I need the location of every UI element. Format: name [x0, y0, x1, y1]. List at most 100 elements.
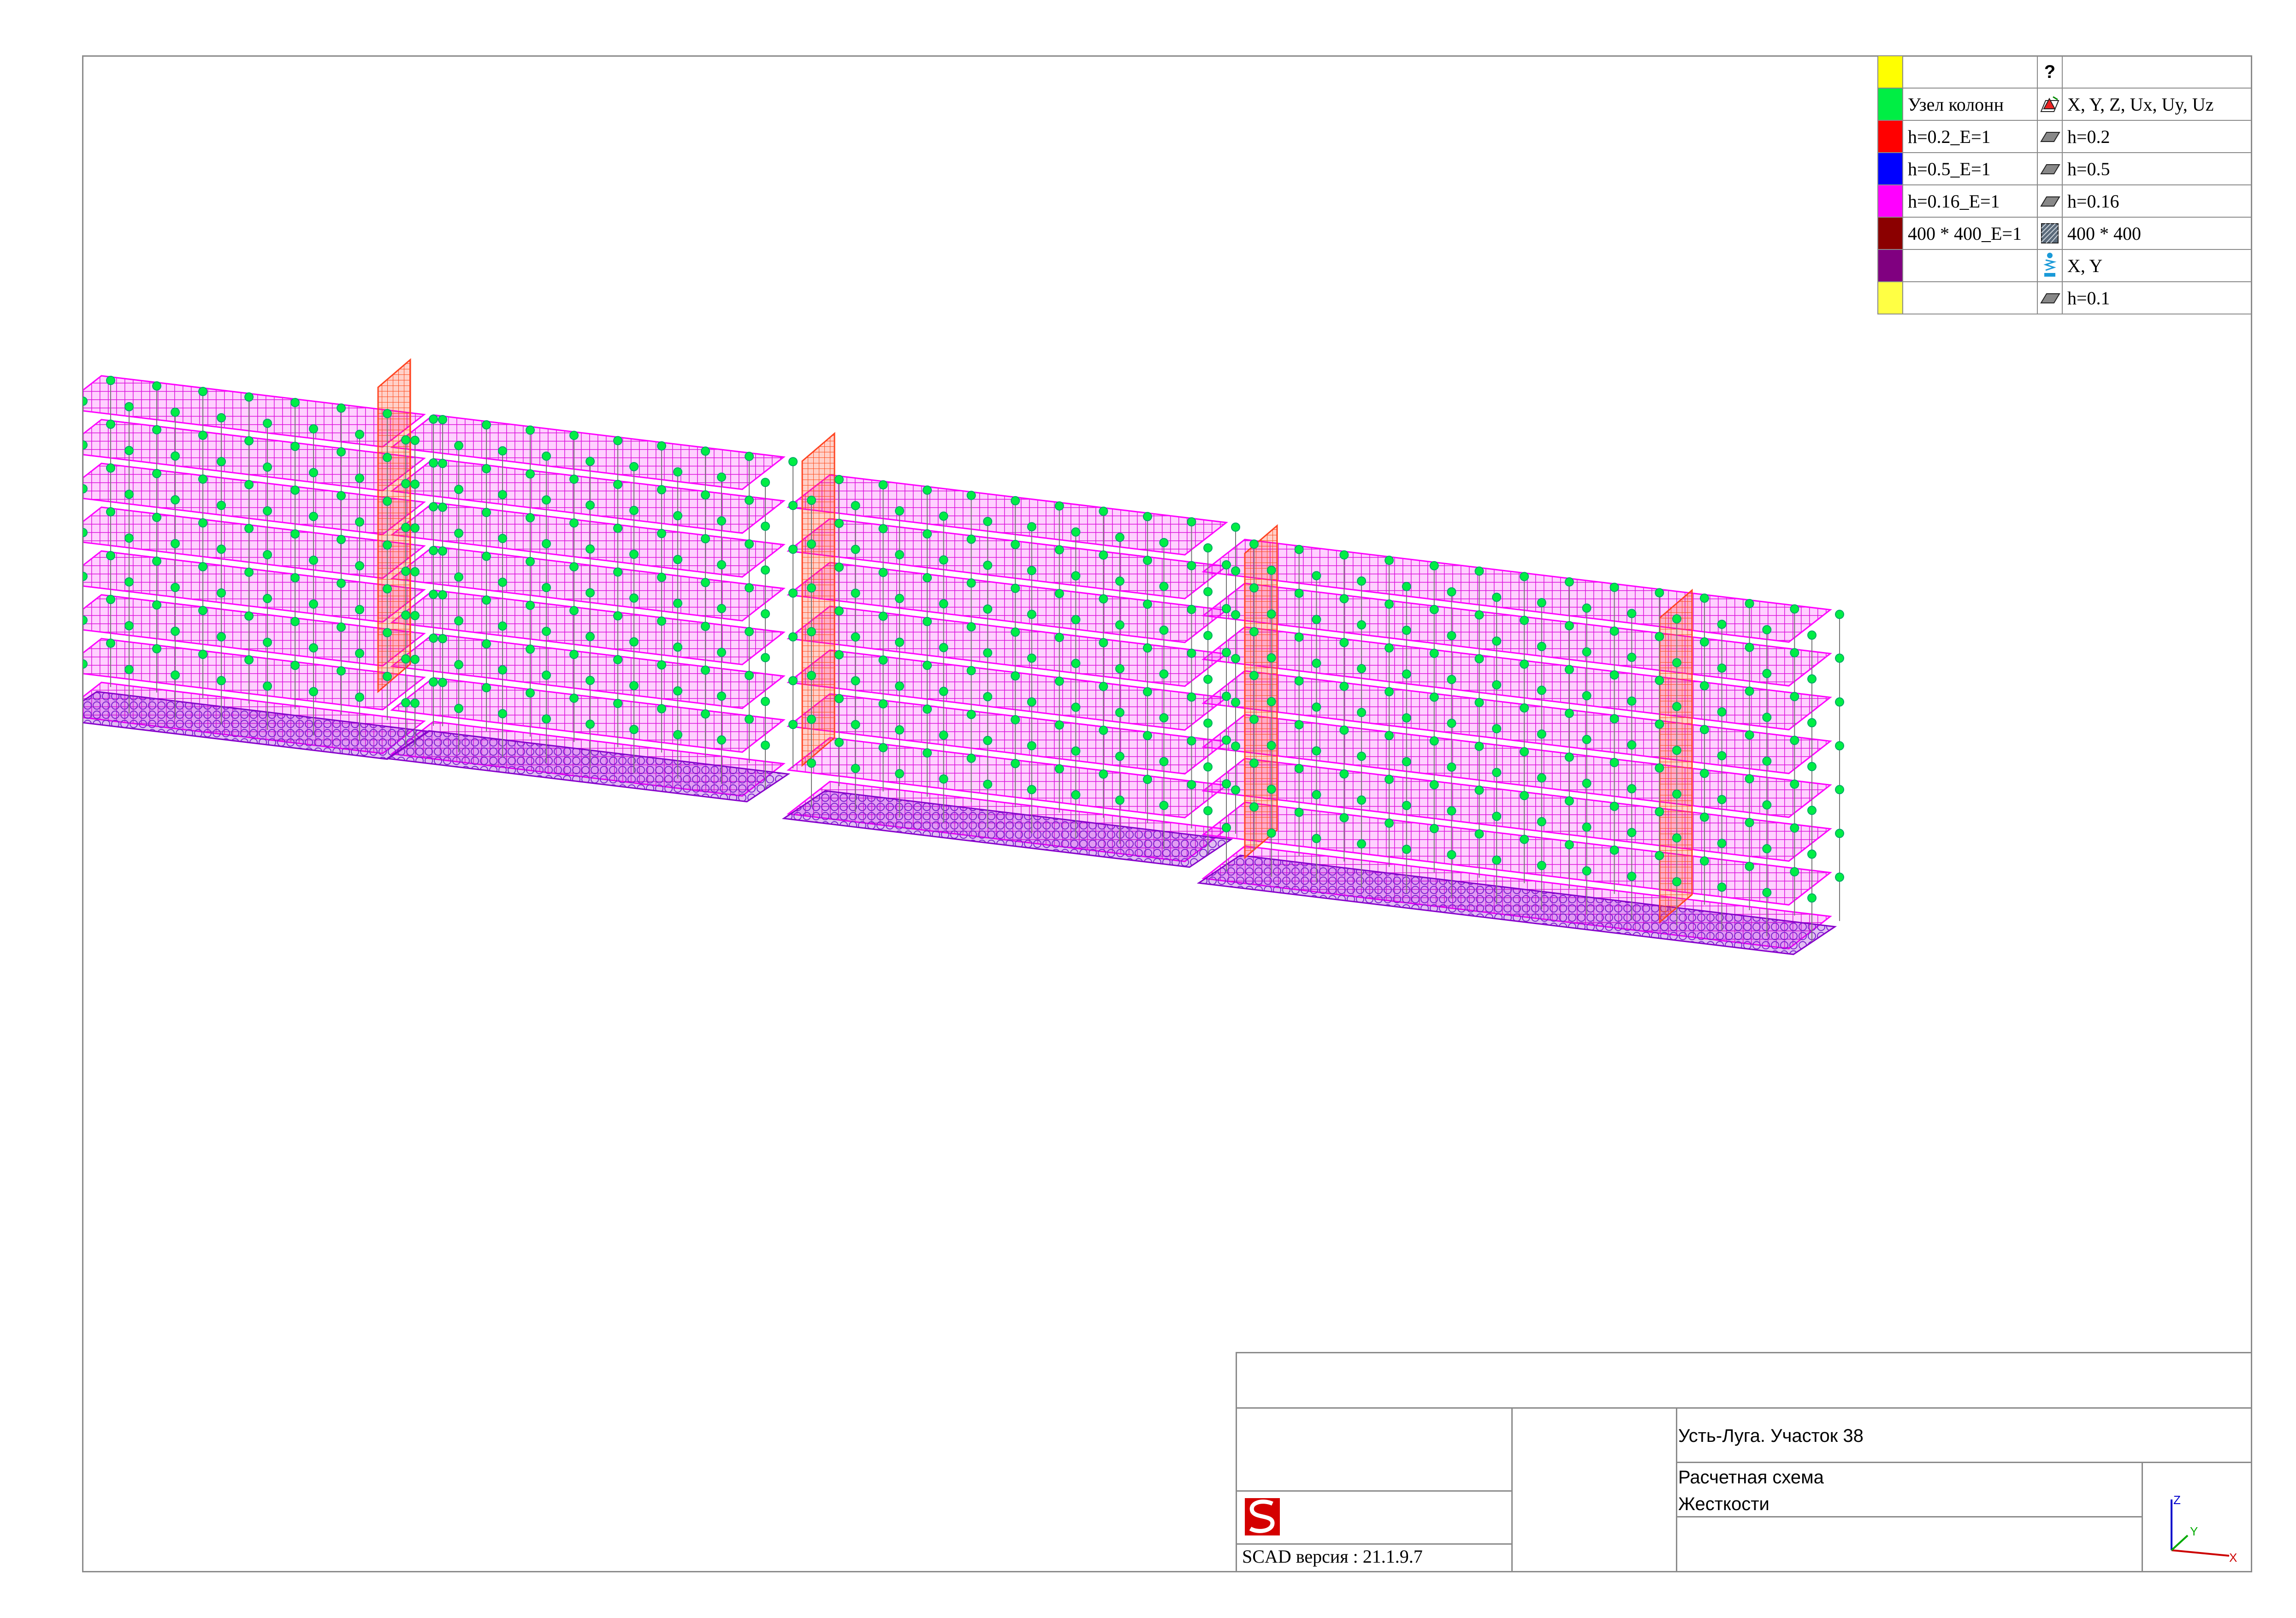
column-node: [895, 637, 905, 647]
column-node: [383, 497, 392, 506]
column-node: [1222, 735, 1231, 745]
column-node: [1339, 769, 1349, 779]
column-node: [629, 506, 639, 515]
column-node: [983, 692, 993, 701]
column-node: [1582, 603, 1592, 613]
plate-icon: [2037, 184, 2063, 218]
column-node: [337, 622, 346, 632]
column-node: [198, 606, 207, 615]
column-node: [198, 562, 207, 571]
column-node: [454, 441, 463, 450]
column-node: [171, 627, 180, 636]
column-node: [542, 451, 551, 461]
column-node: [429, 590, 438, 599]
column-node: [1266, 609, 1276, 619]
legend-label: h=0.2_E=1: [1902, 120, 2038, 153]
column-node: [482, 639, 491, 649]
column-node: [569, 431, 579, 440]
column-node: [1142, 556, 1152, 565]
column-node: [1312, 615, 1321, 624]
column-node: [355, 605, 364, 614]
column-node: [878, 699, 888, 709]
column-node: [1492, 812, 1502, 821]
column-node: [1249, 583, 1259, 593]
column-node: [1537, 861, 1546, 871]
column-node: [1115, 708, 1124, 717]
column-node: [1627, 652, 1637, 662]
column-node: [1159, 538, 1169, 547]
column-node: [1835, 741, 1844, 751]
legend-table: ? Узел колонн X, Y, Z, Ux, Uy, Uz h=0.2_E=1…: [1877, 55, 2252, 314]
column-node: [1339, 682, 1349, 691]
column-node: [337, 403, 346, 413]
column-node: [629, 637, 639, 646]
column-node: [106, 595, 115, 604]
column-node: [569, 606, 579, 616]
column-node: [1537, 729, 1546, 739]
column-node: [526, 688, 535, 698]
column-node: [526, 557, 535, 566]
column-node: [498, 621, 507, 631]
column-node: [410, 655, 420, 664]
column-node: [482, 420, 491, 430]
column-node: [1492, 636, 1502, 646]
legend-row: h=0.2_E=1 h=0.2: [1877, 120, 2252, 153]
column-node: [1159, 669, 1169, 679]
column-node: [106, 551, 115, 560]
column-node: [1402, 713, 1411, 723]
column-node: [1520, 791, 1529, 800]
column-node: [569, 518, 579, 528]
legend-swatch: [1877, 249, 1903, 282]
column-node: [482, 464, 491, 474]
column-node: [1790, 779, 1799, 789]
column-node: [788, 588, 798, 598]
legend-swatch: [1877, 217, 1903, 250]
column-node: [983, 560, 993, 570]
column-node: [923, 573, 932, 582]
column-node: [1385, 731, 1394, 741]
column-node: [1266, 828, 1276, 838]
column-node: [1717, 751, 1727, 760]
title-block-divider: [1676, 1516, 2142, 1517]
legend-label: 400 * 400_E=1: [1902, 217, 2038, 250]
column-node: [966, 666, 976, 676]
column-node: [807, 627, 816, 636]
column-node: [1142, 731, 1152, 741]
column-node: [745, 451, 754, 461]
column-node: [1142, 687, 1152, 697]
column-node: [438, 503, 447, 512]
column-node: [1203, 762, 1213, 772]
column-node: [1187, 648, 1196, 658]
column-node: [1610, 758, 1619, 767]
column-node: [1582, 866, 1592, 876]
column-node: [454, 485, 463, 494]
column-node: [1187, 692, 1196, 702]
help-icon: ?: [2037, 55, 2063, 89]
column-node: [788, 501, 798, 510]
column-node: [1807, 849, 1817, 859]
column-node: [788, 457, 798, 467]
column-node: [1312, 790, 1321, 800]
column-node: [429, 634, 438, 643]
column-node: [217, 413, 226, 422]
column-node: [983, 779, 993, 789]
column-node: [217, 676, 226, 685]
column-node: [337, 666, 346, 676]
column-node: [454, 572, 463, 582]
column-node: [1266, 653, 1276, 663]
column-node: [1520, 616, 1529, 625]
column-node: [1115, 752, 1124, 761]
column-node: [1474, 610, 1484, 620]
column-node: [1790, 604, 1799, 614]
column-node: [1011, 671, 1020, 681]
column-node: [1027, 697, 1036, 707]
column-node: [878, 480, 888, 490]
column-node: [717, 516, 726, 526]
column-node: [1520, 835, 1529, 844]
column-node: [290, 573, 300, 582]
column-node: [498, 577, 507, 587]
column-node: [673, 730, 682, 740]
column-node: [383, 584, 392, 593]
legend-value: h=0.16: [2062, 184, 2252, 218]
column-node: [1159, 625, 1169, 635]
